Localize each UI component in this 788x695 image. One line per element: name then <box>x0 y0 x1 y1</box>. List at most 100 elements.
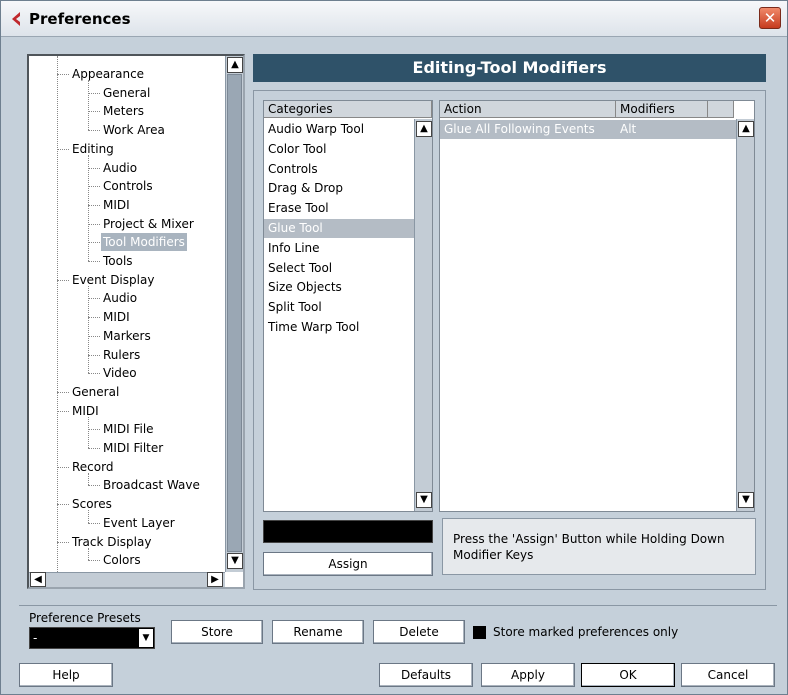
tree-item[interactable]: Tool Modifiers <box>101 233 187 252</box>
cancel-button[interactable]: Cancel <box>681 663 775 687</box>
preferences-tree[interactable]: Appearance General Meters Work Area Editing A… <box>27 54 245 589</box>
tree-item[interactable]: Tools <box>101 252 135 270</box>
tree-item[interactable]: Audio <box>101 159 139 177</box>
tree-scroll-left-icon[interactable]: ◀ <box>30 572 46 587</box>
presets-label: Preference Presets <box>29 611 141 625</box>
tree-connector <box>88 130 100 132</box>
tree-scroll-down-icon[interactable]: ▼ <box>227 553 243 569</box>
tree-item[interactable]: MIDI File <box>101 420 156 438</box>
tree-item[interactable]: MIDI <box>70 402 101 420</box>
tree-item[interactable]: Record <box>70 458 115 476</box>
category-item[interactable]: Audio Warp Tool <box>264 120 414 139</box>
tree-item[interactable]: Event Layer <box>101 514 177 532</box>
extra-column-header <box>708 101 734 118</box>
help-button[interactable]: Help <box>19 663 113 687</box>
category-item[interactable]: Glue Tool <box>264 219 414 238</box>
tree-connector <box>57 74 69 75</box>
store-marked-checkbox[interactable] <box>473 626 486 639</box>
actions-table[interactable]: Action Modifiers Glue All Following Even… <box>439 100 755 512</box>
tree-item[interactable]: Colors <box>101 551 143 569</box>
tree-scroll-up-icon[interactable]: ▲ <box>227 57 243 73</box>
category-item[interactable]: Split Tool <box>264 298 414 317</box>
tree-item-label: Video <box>103 366 137 381</box>
tree-connector <box>88 429 100 431</box>
tree-item-label: Meters <box>103 104 145 119</box>
modifiers-column-header[interactable]: Modifiers <box>616 101 708 118</box>
tree-item[interactable]: Markers <box>101 327 153 345</box>
tree-item-label: Scores <box>72 497 112 512</box>
categories-header[interactable]: Categories <box>264 101 432 118</box>
store-button[interactable]: Store <box>171 620 263 644</box>
presets-selected-value: - <box>33 631 38 645</box>
assign-button[interactable]: Assign <box>263 552 433 576</box>
ok-button[interactable]: OK <box>581 663 675 687</box>
tree-item[interactable]: Appearance <box>70 65 146 83</box>
category-item[interactable]: Size Objects <box>264 278 414 297</box>
action-column-header[interactable]: Action <box>440 101 616 118</box>
categories-scroll-up-icon[interactable]: ▲ <box>416 121 432 137</box>
tree-branch-line <box>88 285 89 374</box>
tree-connector <box>88 317 100 319</box>
category-item[interactable]: Select Tool <box>264 259 414 278</box>
tree-item[interactable]: General <box>70 383 121 401</box>
chevron-down-icon[interactable]: ▼ <box>139 629 153 647</box>
defaults-button[interactable]: Defaults <box>379 663 473 687</box>
tree-connector <box>57 541 69 543</box>
category-item[interactable]: Erase Tool <box>264 199 414 218</box>
tree-connector <box>88 223 100 225</box>
category-item[interactable]: Time Warp Tool <box>264 318 414 337</box>
tree-connector <box>88 92 100 94</box>
tree-horizontal-scrollbar[interactable]: ◀ ▶ <box>29 572 225 587</box>
tree-item[interactable]: Track Display <box>70 533 153 551</box>
modifier-key-field[interactable] <box>263 520 433 543</box>
category-item[interactable]: Controls <box>264 160 414 179</box>
actions-scroll-up-icon[interactable]: ▲ <box>738 121 754 137</box>
tree-item-label: General <box>72 384 120 399</box>
tree-item-label: Editing <box>72 141 114 156</box>
tree-item[interactable]: MIDI <box>101 196 132 214</box>
table-row[interactable]: Glue All Following Events Alt <box>440 120 736 139</box>
tree-scroll-right-icon[interactable]: ▶ <box>207 572 223 587</box>
tree-item[interactable]: Event Display <box>70 271 156 289</box>
tree-connector <box>88 242 100 244</box>
category-item[interactable]: Drag & Drop <box>264 179 414 198</box>
tree-item[interactable]: Broadcast Wave <box>101 476 202 494</box>
tree-vertical-scrollbar[interactable]: ▲ ▼ <box>225 56 243 572</box>
tree-branch-line <box>88 547 89 561</box>
delete-button[interactable]: Delete <box>373 620 465 644</box>
tree-item-label: Appearance <box>72 67 145 81</box>
tree-connector <box>88 111 100 113</box>
tree-item-label: Tools <box>103 254 133 268</box>
tree-item[interactable]: MIDI <box>101 308 132 326</box>
title-bar: Preferences ✕ <box>1 1 787 37</box>
tree-item[interactable]: Audio <box>101 289 139 307</box>
tree-item-label: Tool Modifiers <box>101 233 187 252</box>
categories-scroll-down-icon[interactable]: ▼ <box>416 492 432 508</box>
actions-scrollbar[interactable]: ▲ ▼ <box>736 119 754 511</box>
presets-select[interactable]: - ▼ <box>29 627 155 649</box>
tree-item[interactable]: Rulers <box>101 346 142 364</box>
tree-item[interactable]: Editing <box>70 140 116 158</box>
tree-scroll-thumb[interactable] <box>227 74 242 552</box>
tree-connector <box>57 279 69 281</box>
tree-connector <box>88 261 100 262</box>
tree-item-label: MIDI File <box>103 422 154 437</box>
close-button[interactable]: ✕ <box>759 7 781 29</box>
category-item[interactable]: Info Line <box>264 239 414 258</box>
tree-branch-line <box>88 510 89 523</box>
app-logo-icon <box>12 12 20 26</box>
actions-scroll-down-icon[interactable]: ▼ <box>738 492 754 508</box>
category-item[interactable]: Color Tool <box>264 140 414 159</box>
categories-list[interactable]: Categories Audio Warp Tool Color Tool Cont… <box>263 100 433 512</box>
tree-item[interactable]: Scores <box>70 495 114 513</box>
categories-scrollbar[interactable]: ▲ ▼ <box>414 119 432 511</box>
tree-item[interactable]: Project & Mixer <box>101 215 196 233</box>
tree-item[interactable]: MIDI Filter <box>101 439 165 457</box>
tree-item[interactable]: Work Area <box>101 121 167 139</box>
rename-button[interactable]: Rename <box>272 620 364 644</box>
tree-item[interactable]: General <box>101 84 152 102</box>
tree-item[interactable]: Controls <box>101 177 155 195</box>
tree-item[interactable]: Video <box>101 364 139 382</box>
tree-item[interactable]: Meters <box>101 102 146 120</box>
apply-button[interactable]: Apply <box>481 663 575 687</box>
